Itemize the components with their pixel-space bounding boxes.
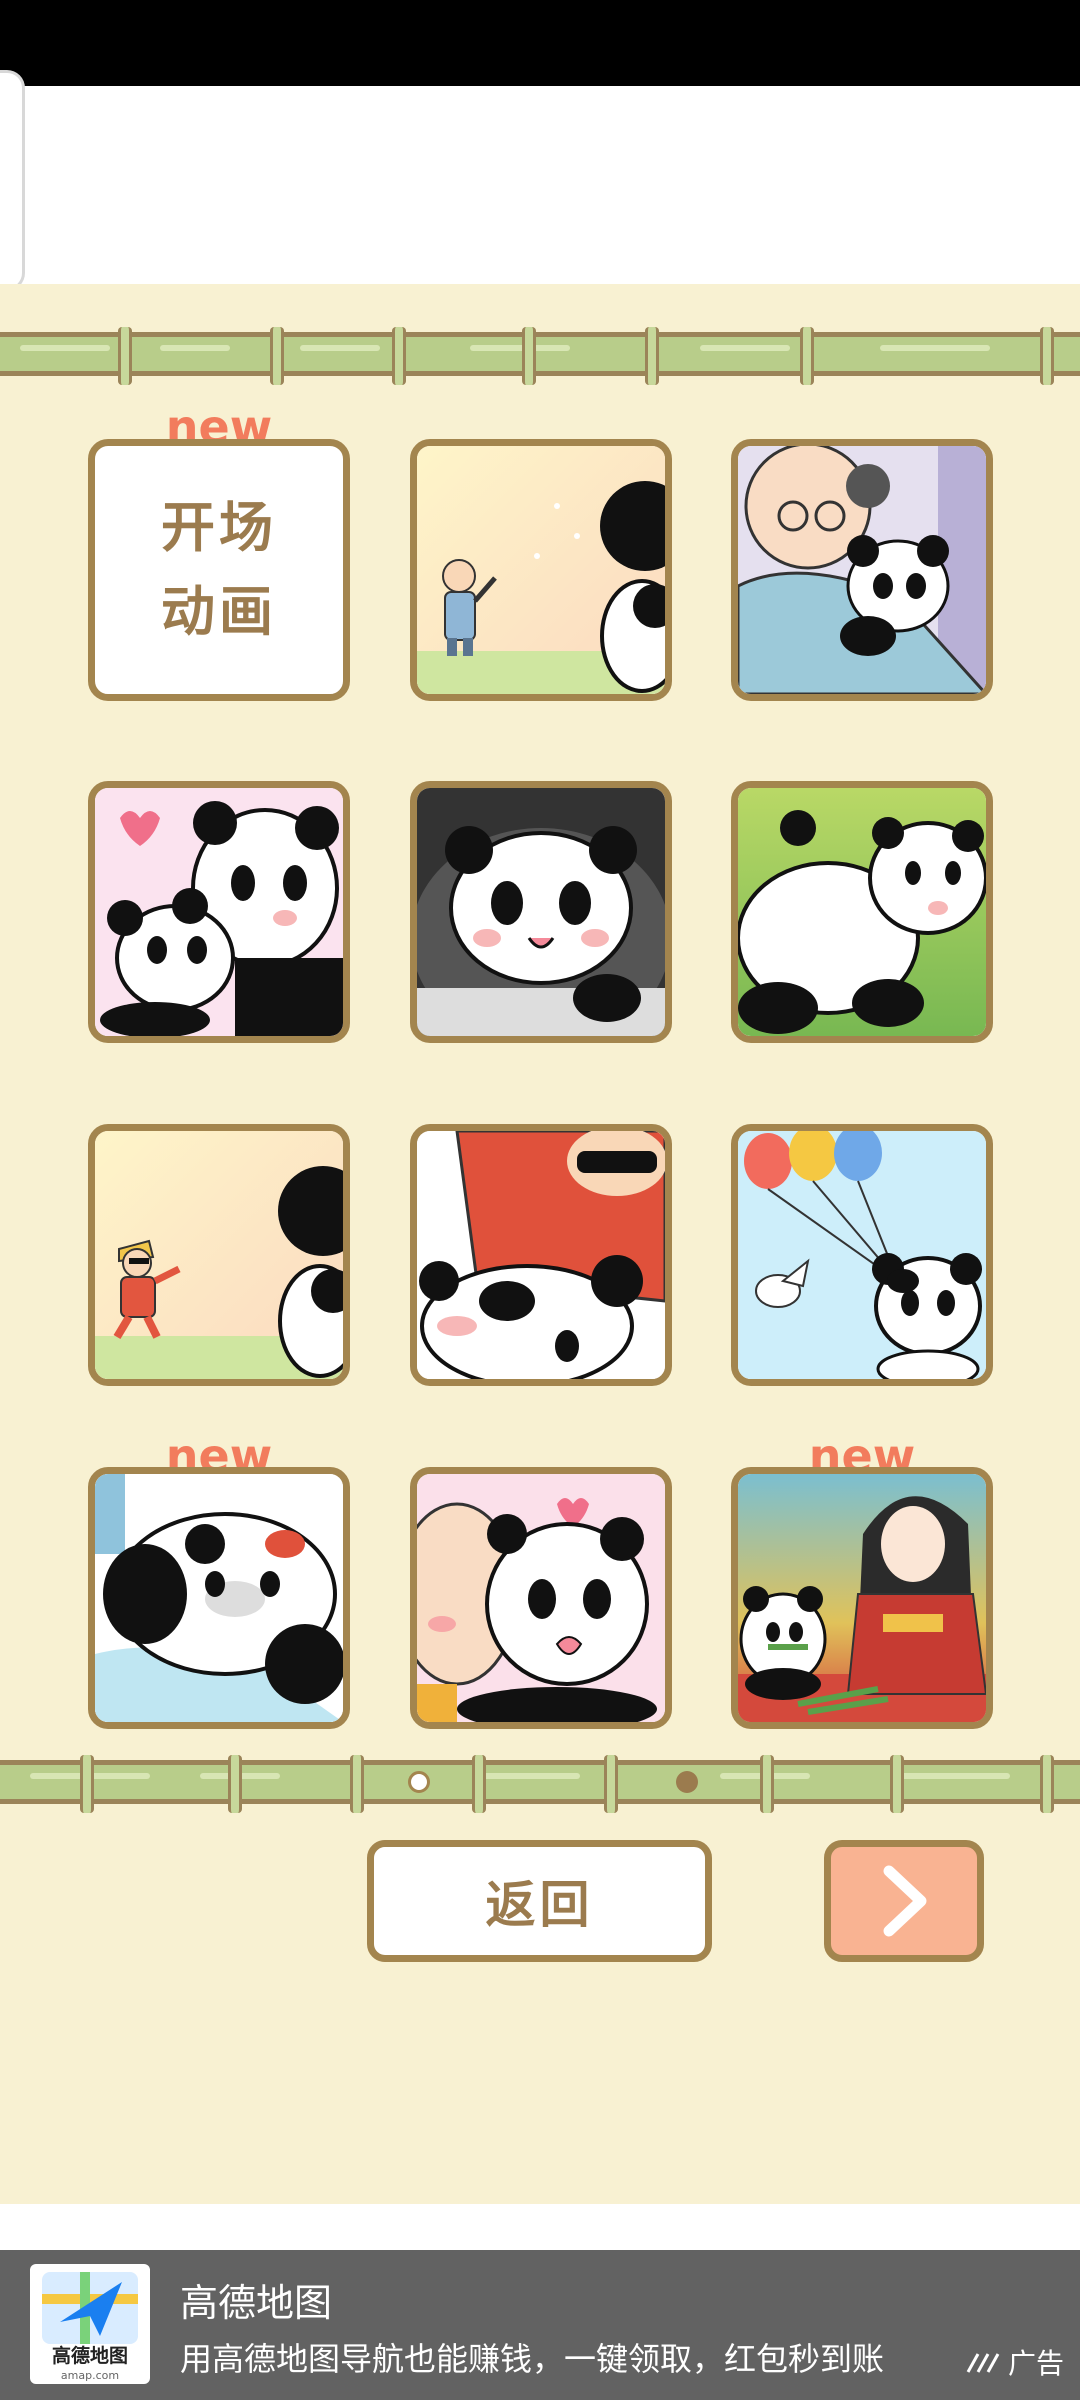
tile-panda-lying-on-grass[interactable] <box>731 781 993 1043</box>
ad-label-text: 广告 <box>1007 2347 1064 2380</box>
tile-man-with-sunglasses-running[interactable] <box>88 1124 350 1386</box>
logo-caption: 高德地图 <box>51 2345 128 2367</box>
ad-title: 高德地图 <box>180 2281 333 2325</box>
amap-logo: 高德地图 amap.com <box>30 2264 150 2384</box>
panda-mother-and-baby-illustration <box>95 788 343 1036</box>
logo-subcaption: amap.com <box>60 2369 120 2382</box>
man-with-sunglasses-running-illustration <box>95 1131 343 1379</box>
page-dot[interactable] <box>676 1771 698 1793</box>
tile-panda-lying-blue-blanket[interactable] <box>88 1467 350 1729</box>
top-blank-area <box>0 86 1080 284</box>
panda-with-balloons-illustration <box>738 1131 986 1379</box>
old-man-waving-illustration <box>417 446 665 694</box>
ad-mark-icon <box>966 2353 1000 2373</box>
old-man-hugging-panda-illustration <box>738 446 986 694</box>
panda-with-kimono-girl-illustration <box>738 1474 986 1722</box>
tile-panda-mother-and-baby[interactable] <box>88 781 350 1043</box>
tile-old-man-hugging-panda[interactable] <box>731 439 993 701</box>
tile-panda-with-man-in-red[interactable] <box>410 1124 672 1386</box>
ad-description: 用高德地图导航也能赚钱，一键领取，红包秒到账 <box>180 2340 885 2378</box>
next-page-button[interactable] <box>824 1840 984 1962</box>
ad-banner[interactable]: 高德地图 amap.com 高德地图 用高德地图导航也能赚钱，一键领取，红包秒到… <box>0 2250 1080 2400</box>
page-dot-active[interactable] <box>408 1771 430 1793</box>
opening-label-line1: 开场 <box>161 496 277 559</box>
tile-old-man-waving[interactable] <box>410 439 672 701</box>
status-bar <box>0 0 1080 86</box>
tile-panda-with-balloons[interactable] <box>731 1124 993 1386</box>
bamboo-divider-bottom <box>0 1755 1080 1813</box>
panda-kissed-by-baby-illustration <box>417 1474 665 1722</box>
panda-with-man-in-red-illustration <box>417 1131 665 1379</box>
tile-opening-animation[interactable]: 开场 动画 <box>88 439 350 701</box>
ad-label: 广告 <box>964 2342 1064 2382</box>
edge-panel-handle[interactable] <box>0 70 25 291</box>
panda-smiling-in-pot-illustration <box>417 788 665 1036</box>
panda-lying-blue-blanket-illustration <box>95 1474 343 1722</box>
tile-panda-with-kimono-girl[interactable] <box>731 1467 993 1729</box>
ad-spacer <box>0 2204 1080 2250</box>
panda-lying-on-grass-illustration <box>738 788 986 1036</box>
opening-label-line2: 动画 <box>161 580 277 643</box>
bamboo-divider-top <box>0 327 1080 385</box>
back-button[interactable]: 返回 <box>367 1840 712 1962</box>
chevron-right-icon <box>883 1865 927 1937</box>
tile-panda-smiling-in-pot[interactable] <box>410 781 672 1043</box>
tile-panda-kissed-by-baby[interactable] <box>410 1467 672 1729</box>
